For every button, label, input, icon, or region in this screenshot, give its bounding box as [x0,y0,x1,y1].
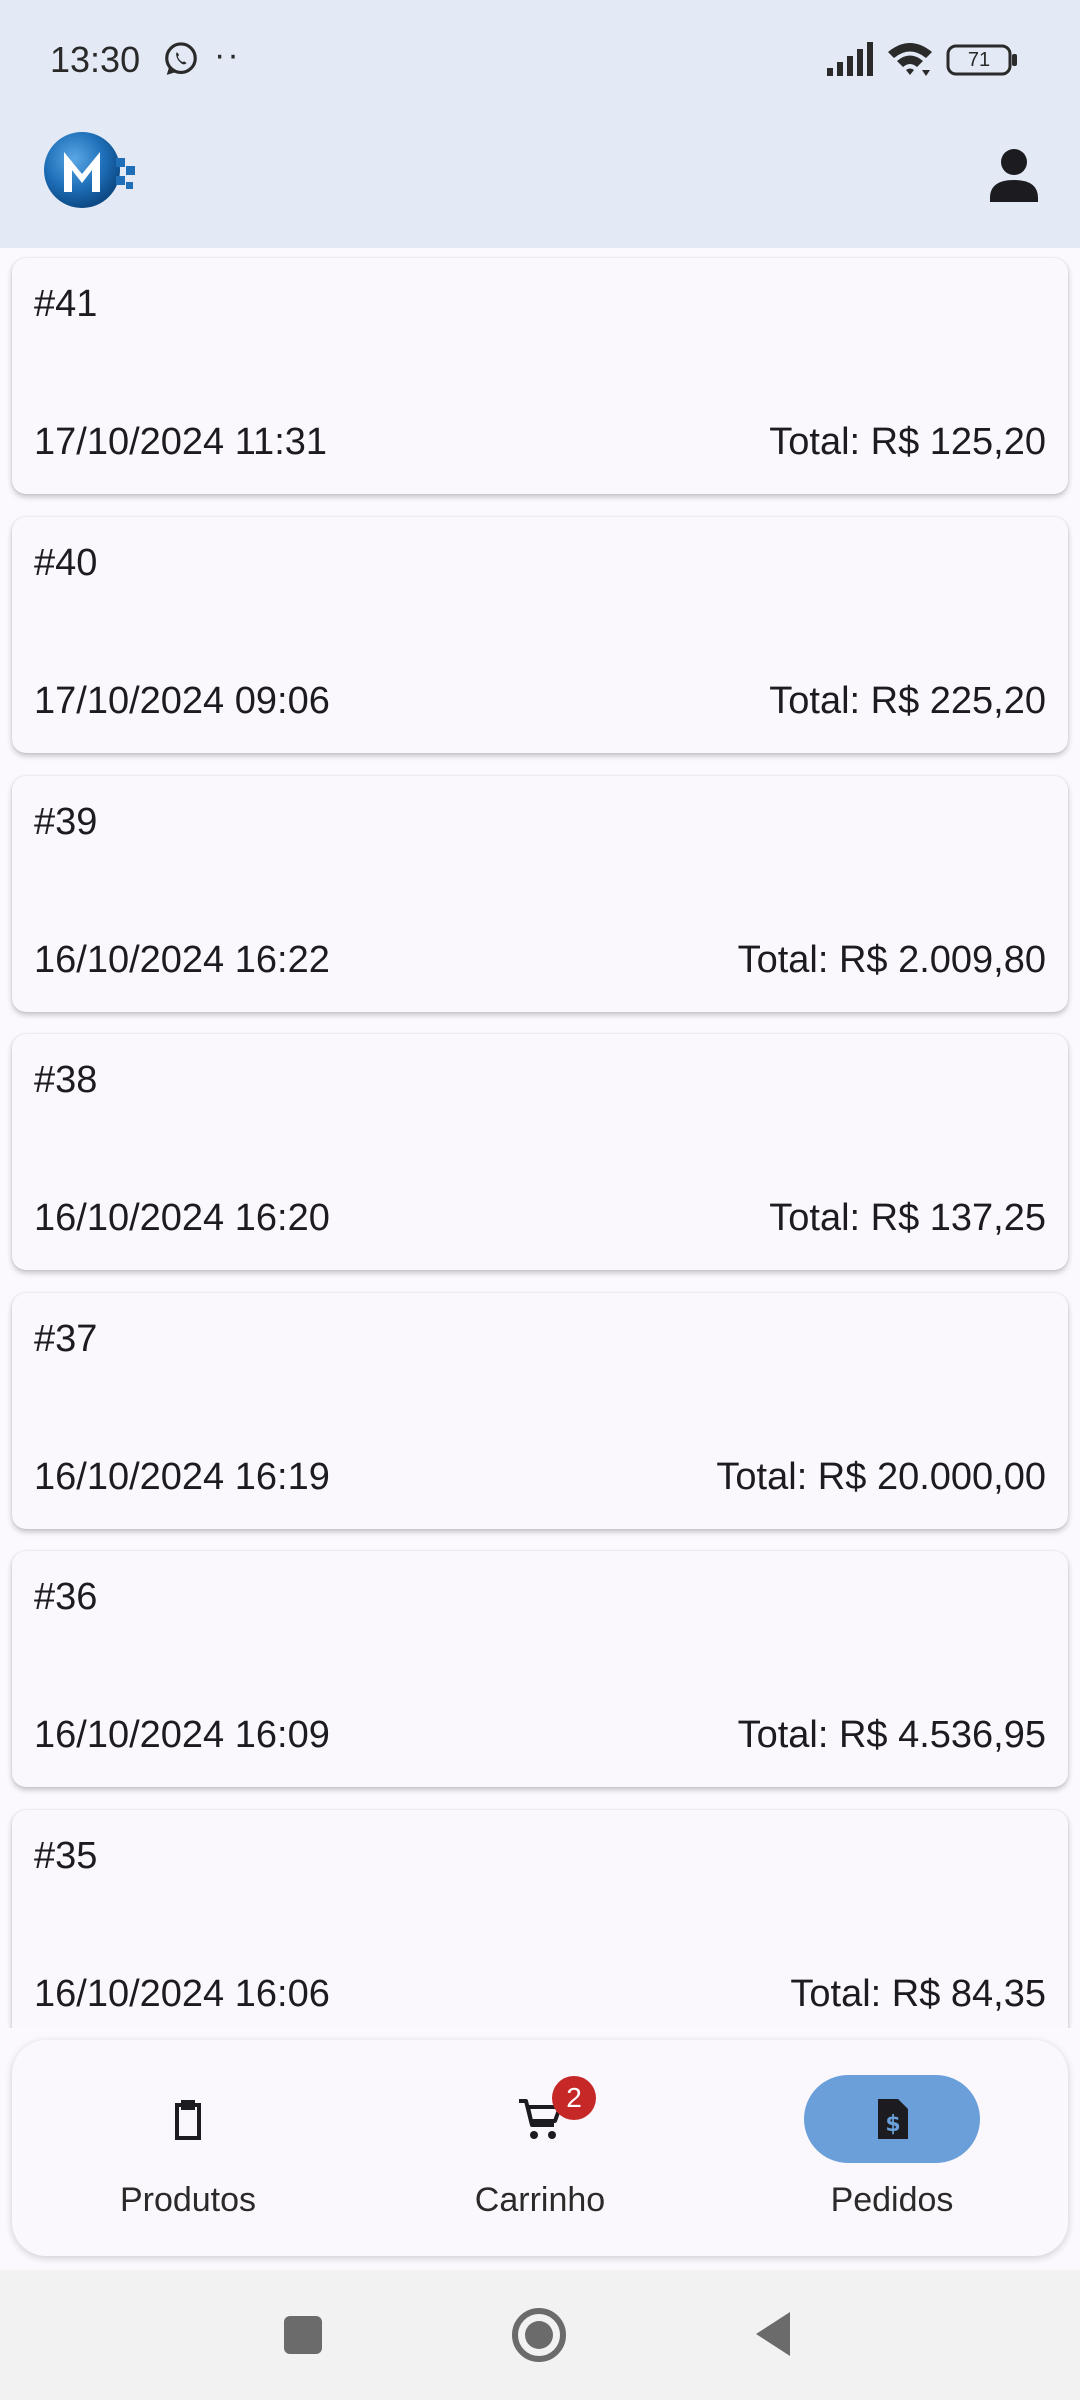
order-date: 16/10/2024 16:19 [34,1456,330,1498]
order-total: Total: R$ 125,20 [769,421,1046,463]
order-card[interactable]: #37 16/10/2024 16:19 Total: R$ 20.000,00 [12,1293,1068,1529]
order-card[interactable]: #39 16/10/2024 16:22 Total: R$ 2.009,80 [12,776,1068,1012]
app-bar [0,120,1080,248]
order-total: Total: R$ 4.536,95 [737,1714,1046,1756]
order-id: #39 [34,801,98,843]
order-card[interactable]: #40 17/10/2024 09:06 Total: R$ 225,20 [12,517,1068,753]
nav-item-carrinho[interactable]: 2 Carrinho [364,2040,716,2256]
order-id: #41 [34,283,98,325]
bottom-navigation: Produtos 2 Carrinho $ Pedidos [12,2040,1068,2256]
home-icon[interactable] [510,2306,568,2364]
order-total: Total: R$ 2.009,80 [737,939,1046,981]
svg-text:$: $ [885,2112,900,2137]
nav-item-produtos[interactable]: Produtos [12,2040,364,2256]
order-date: 16/10/2024 16:22 [34,939,330,981]
order-date: 16/10/2024 16:06 [34,1973,330,2015]
order-id: #38 [34,1059,98,1101]
order-id: #35 [34,1835,98,1877]
signal-icon [827,42,873,76]
invoice-dollar-icon: $ [878,2099,908,2139]
order-total: Total: R$ 20.000,00 [716,1456,1046,1498]
cart-badge: 2 [552,2076,596,2120]
nav-label: Pedidos [830,2181,954,2219]
order-id: #37 [34,1318,98,1360]
order-card[interactable]: #36 16/10/2024 16:09 Total: R$ 4.536,95 [12,1551,1068,1787]
order-date: 17/10/2024 09:06 [34,680,330,722]
app-logo-icon[interactable] [42,128,142,212]
order-id: #40 [34,542,98,584]
nav-item-pedidos[interactable]: $ Pedidos [716,2040,1068,2256]
order-total: Total: R$ 225,20 [769,680,1046,722]
order-card[interactable]: #35 16/10/2024 16:06 Total: R$ 84,35 [12,1810,1068,2028]
order-total: Total: R$ 137,25 [769,1197,1046,1239]
wifi-icon [888,43,932,76]
order-card[interactable]: #38 16/10/2024 16:20 Total: R$ 137,25 [12,1034,1068,1270]
back-icon[interactable] [752,2308,794,2360]
order-date: 16/10/2024 16:20 [34,1197,330,1239]
order-total: Total: R$ 84,35 [790,1973,1046,2015]
more-dots-icon: ·· [214,36,241,74]
nav-label: Produtos [119,2181,257,2219]
order-id: #36 [34,1576,98,1618]
nav-label: Carrinho [474,2181,606,2219]
recents-icon[interactable] [284,2316,322,2354]
orders-list[interactable]: #41 17/10/2024 11:31 Total: R$ 125,20 #4… [0,248,1080,2028]
status-time: 13:30 [50,39,141,80]
whatsapp-icon [165,42,197,75]
order-date: 17/10/2024 11:31 [34,421,328,463]
person-icon[interactable] [978,138,1050,210]
order-card[interactable]: #41 17/10/2024 11:31 Total: R$ 125,20 [12,258,1068,494]
clipboard-icon [175,2100,201,2140]
order-date: 16/10/2024 16:09 [34,1714,330,1756]
battery-level: 71 [967,49,991,71]
